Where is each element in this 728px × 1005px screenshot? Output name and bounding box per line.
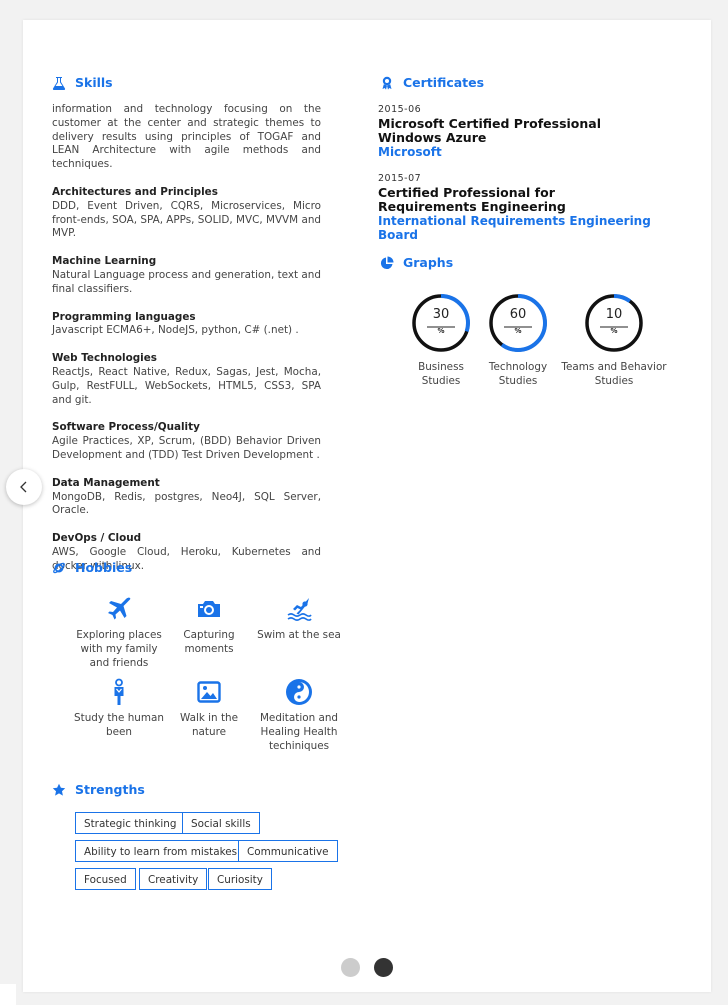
hobby-item: Study the human been <box>74 678 164 740</box>
chevron-left-icon <box>20 481 27 493</box>
strength-tag: Creativity <box>139 868 208 890</box>
page-dot-2[interactable] <box>374 958 393 977</box>
graphs-heading-label: Graphs <box>403 255 454 270</box>
skill-item: Data Management MongoDB, Redis, postgres… <box>52 477 321 518</box>
gauge-unit: % <box>610 327 618 335</box>
hobby-label: Meditation and Healing Health techinique… <box>259 712 339 752</box>
hobby-label: Swim at the sea <box>257 629 341 641</box>
pie-chart-icon <box>380 256 394 269</box>
skill-item: Programming languages Javascript ECMA6+,… <box>52 311 321 339</box>
skill-title: DevOps / Cloud <box>52 532 142 545</box>
skill-text: Javascript ECMA6+, NodeJS, python, C# (.… <box>52 324 299 337</box>
skill-title: Web Technologies <box>52 352 157 365</box>
strength-tag: Strategic thinking <box>75 812 186 834</box>
skill-title: Machine Learning <box>52 255 157 268</box>
skill-text: Agile Practices, XP, Scrum, (BDD) Behavi… <box>52 435 321 461</box>
certificate-name: Microsoft Certified Professional Windows… <box>378 116 601 145</box>
strength-tag: Social skills <box>182 812 260 834</box>
flask-icon <box>52 76 66 90</box>
skill-text: Natural Language process and generation,… <box>52 268 321 295</box>
swimming-icon <box>287 598 312 621</box>
hobby-item: Meditation and Healing Health techinique… <box>254 678 344 753</box>
landscape-icon <box>197 681 221 703</box>
skills-intro: information and technology focusing on t… <box>52 103 321 171</box>
certificates-heading: Certificates <box>380 75 484 90</box>
hobby-label: Capturing moments <box>183 629 235 655</box>
person-icon <box>114 678 124 705</box>
yin-yang-icon <box>286 679 312 705</box>
hobbies-heading: Hobbies <box>52 560 132 575</box>
certificate-date: 2015-06 <box>378 104 422 115</box>
hobby-item: Walk in the nature <box>164 678 254 740</box>
skill-text: ReactJs, React Native, Redux, Sagas, Jes… <box>52 365 321 406</box>
certificates-heading-label: Certificates <box>403 75 485 90</box>
strength-tag: Communicative <box>238 840 338 862</box>
skills-heading: Skills <box>52 75 113 90</box>
graphs-heading: Graphs <box>380 255 453 270</box>
certificate-issuer: Microsoft <box>378 145 442 159</box>
hobbies-heading-label: Hobbies <box>75 560 133 575</box>
graph-gauge: 60 % Technology Studies <box>463 293 573 388</box>
gauge-label: Teams and Behavior Studies <box>561 361 667 387</box>
strength-tag: Focused <box>75 868 136 890</box>
strength-tag: Curiosity <box>208 868 272 890</box>
skill-text: MongoDB, Redis, postgres, Neo4J, SQL Ser… <box>52 490 321 517</box>
skill-title: Software Process/Quality <box>52 421 200 434</box>
gauge-unit: % <box>514 327 522 335</box>
skill-item: Web Technologies ReactJs, React Native, … <box>52 352 321 407</box>
gauge-ring <box>412 294 470 352</box>
hobby-label: Exploring places with my family and frie… <box>76 629 162 669</box>
hobby-label: Study the human been <box>74 712 164 738</box>
planet-icon <box>53 562 65 573</box>
skill-title: Programming languages <box>52 310 196 323</box>
gauge-value: 10 <box>605 307 623 322</box>
page-dot-1[interactable] <box>341 958 360 977</box>
skill-item: Software Process/Quality Agile Practices… <box>52 421 321 462</box>
skill-title: Data Management <box>52 476 160 489</box>
certificate-item: 2015-06 Microsoft Certified Professional… <box>378 104 678 159</box>
hobby-label: Walk in the nature <box>179 712 238 738</box>
strength-tag: Ability to learn from mistakes <box>75 840 247 862</box>
strengths-heading: Strengths <box>52 782 145 797</box>
certificate-issuer: International Requirements Engineering B… <box>378 214 651 242</box>
skills-heading-label: Skills <box>75 75 113 90</box>
star-icon <box>52 783 66 796</box>
hobby-item: Swim at the sea <box>254 595 344 643</box>
gauge-label: Technology Studies <box>488 361 548 387</box>
hobby-item: Capturing moments <box>164 595 254 657</box>
skill-item: Machine Learning Natural Language proces… <box>52 255 321 296</box>
skill-item: Architectures and Principles DDD, Event … <box>52 186 321 241</box>
certificate-name: Certified Professional for Requirements … <box>378 185 566 214</box>
skill-text: DDD, Event Driven, CQRS, Microservices, … <box>52 199 321 240</box>
camera-icon <box>198 601 220 617</box>
certificate-item: 2015-07 Certified Professional for Requi… <box>378 173 678 242</box>
certificate-date: 2015-07 <box>378 173 422 184</box>
strengths-heading-label: Strengths <box>75 782 145 797</box>
gauge-ring <box>489 294 547 352</box>
award-icon <box>382 76 392 90</box>
previous-page-button[interactable] <box>6 469 42 505</box>
airplane-icon <box>108 597 131 620</box>
gauge-label: Business Studies <box>418 361 464 387</box>
graph-gauge: 10 % Teams and Behavior Studies <box>559 293 669 388</box>
hobby-item: Exploring places with my family and frie… <box>74 595 164 670</box>
skills-section: information and technology focusing on t… <box>52 89 321 574</box>
skill-title: Architectures and Principles <box>52 185 218 198</box>
page-edge <box>0 984 16 1005</box>
gauge-value: 60 <box>509 307 527 322</box>
gauge-ring <box>585 294 643 352</box>
